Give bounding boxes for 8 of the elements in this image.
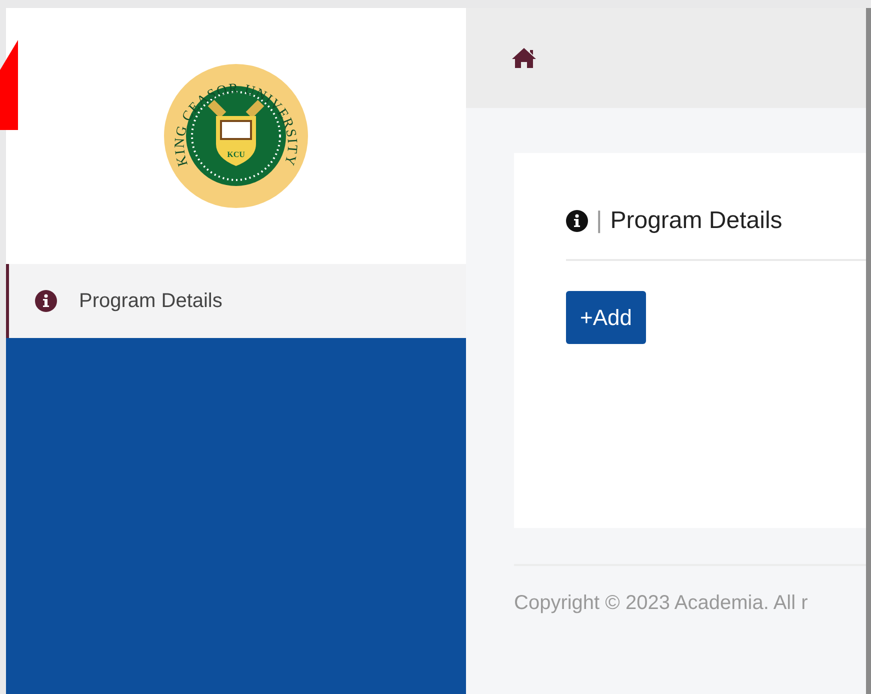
home-icon[interactable] — [511, 47, 537, 69]
add-button[interactable]: +Add — [566, 291, 646, 344]
sidebar-item[interactable]: Program Details — [6, 264, 466, 338]
copyright-text: Copyright © 2023 Academia. All r — [514, 592, 808, 614]
card-title: Program Details — [610, 206, 782, 236]
info-icon — [35, 290, 57, 312]
separator: | — [596, 206, 602, 236]
info-icon — [566, 210, 588, 232]
